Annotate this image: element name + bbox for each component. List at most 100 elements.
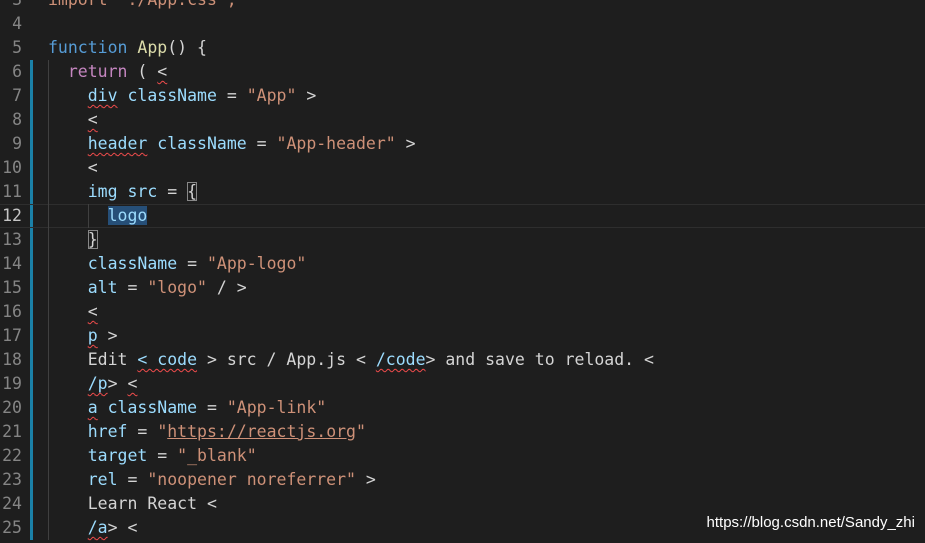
code-text: alt = "logo" / > <box>48 276 247 300</box>
code-token: return <box>67 62 128 81</box>
line-number: 12 <box>2 206 22 225</box>
code-line[interactable]: 24 Learn React < <box>0 492 925 516</box>
code-token: className <box>107 398 198 417</box>
code-token: > <box>395 134 416 153</box>
code-token: > <box>356 470 376 489</box>
code-text: < <box>48 156 98 180</box>
code-text: import "./App.css"; <box>48 0 237 12</box>
syntax-error-token: a <box>87 398 98 417</box>
code-token: = <box>127 422 158 441</box>
line-number: 9 <box>12 134 22 153</box>
syntax-error-token: < <box>157 62 168 81</box>
code-text: function App() { <box>48 36 207 60</box>
code-line[interactable]: 15 alt = "logo" / > <box>0 276 925 300</box>
code-token: logo <box>107 206 148 225</box>
line-number: 19 <box>2 374 22 393</box>
syntax-error-token: < <box>87 302 98 321</box>
code-line[interactable]: 4 <box>0 12 925 36</box>
code-line[interactable]: 8 < <box>0 108 925 132</box>
code-token: href <box>87 422 128 441</box>
code-token: src <box>127 182 158 201</box>
code-token: = <box>216 86 247 105</box>
line-number: 14 <box>2 254 22 273</box>
line-number: 10 <box>2 158 22 177</box>
code-line[interactable]: 10 < <box>0 156 925 180</box>
syntax-error-token: < <box>127 374 138 393</box>
code-editor[interactable]: 3import "./App.css";4 5 function App() {6 … <box>0 0 925 543</box>
code-token: / > <box>206 278 247 297</box>
line-number: 13 <box>2 230 22 249</box>
code-token: import "./App.css"; <box>48 0 237 9</box>
code-token: > < <box>107 518 138 537</box>
code-line[interactable]: 11 img src = { <box>0 180 925 204</box>
syntax-error-token: /p <box>87 374 108 393</box>
code-token: "App-header" <box>276 134 396 153</box>
code-line[interactable]: 18 Edit < code > src / App.js < /code> a… <box>0 348 925 372</box>
line-number: 18 <box>2 350 22 369</box>
line-number: 5 <box>12 38 22 57</box>
code-token: rel <box>87 470 118 489</box>
syntax-error-token: header <box>87 134 148 153</box>
code-text: a className = "App-link" <box>48 396 326 420</box>
code-line[interactable]: 14 className = "App-logo" <box>0 252 925 276</box>
code-token: > <box>107 374 128 393</box>
code-token: img <box>87 182 118 201</box>
code-token: } <box>87 230 98 249</box>
watermark: https://blog.csdn.net/Sandy_zhi <box>706 514 915 531</box>
code-text: className = "App-logo" <box>48 252 307 276</box>
code-token: " <box>356 422 366 441</box>
code-text: } <box>48 228 98 252</box>
syntax-error-token: p <box>87 326 98 345</box>
code-text: < <box>48 108 98 132</box>
line-number: 8 <box>12 110 22 129</box>
syntax-error-token: < <box>87 110 98 129</box>
line-number: 25 <box>2 518 22 537</box>
code-text: Edit < code > src / App.js < /code> and … <box>48 348 654 372</box>
code-line[interactable]: 7 div className = "App" > <box>0 84 925 108</box>
line-number: 6 <box>12 62 22 81</box>
code-line[interactable]: 9 header className = "App-header" > <box>0 132 925 156</box>
code-token: className <box>127 86 217 105</box>
code-token: function <box>48 38 138 57</box>
code-line[interactable]: 20 a className = "App-link" <box>0 396 925 420</box>
line-number: 11 <box>2 182 22 201</box>
code-token: "App" <box>246 86 297 105</box>
code-token: https://reactjs.org <box>167 422 356 441</box>
code-line[interactable]: 12 logo <box>0 204 925 228</box>
code-line[interactable]: 5 function App() { <box>0 36 925 60</box>
code-token: = <box>157 182 188 201</box>
code-line[interactable]: 17 p > <box>0 324 925 348</box>
code-token: < <box>48 158 98 177</box>
code-token: Edit <box>48 350 138 369</box>
code-text: p > <box>48 324 118 348</box>
code-token: "noopener noreferrer" <box>147 470 356 489</box>
code-token: ( <box>127 62 158 81</box>
code-token: = <box>246 134 277 153</box>
code-line[interactable]: 21 href = "https://reactjs.org" <box>0 420 925 444</box>
code-line[interactable]: 19 /p> < <box>0 372 925 396</box>
code-line[interactable]: 22 target = "_blank" <box>0 444 925 468</box>
code-line[interactable]: 16 < <box>0 300 925 324</box>
code-token: "App-link" <box>226 398 327 417</box>
code-line[interactable]: 13 } <box>0 228 925 252</box>
code-line[interactable]: 23 rel = "noopener noreferrer" > <box>0 468 925 492</box>
code-token: = <box>177 254 207 273</box>
line-number: 15 <box>2 278 22 297</box>
code-line[interactable]: 6 return ( < <box>0 60 925 84</box>
code-token: "_blank" <box>177 446 257 465</box>
code-line[interactable]: 3 import "./App.css"; <box>0 0 925 12</box>
